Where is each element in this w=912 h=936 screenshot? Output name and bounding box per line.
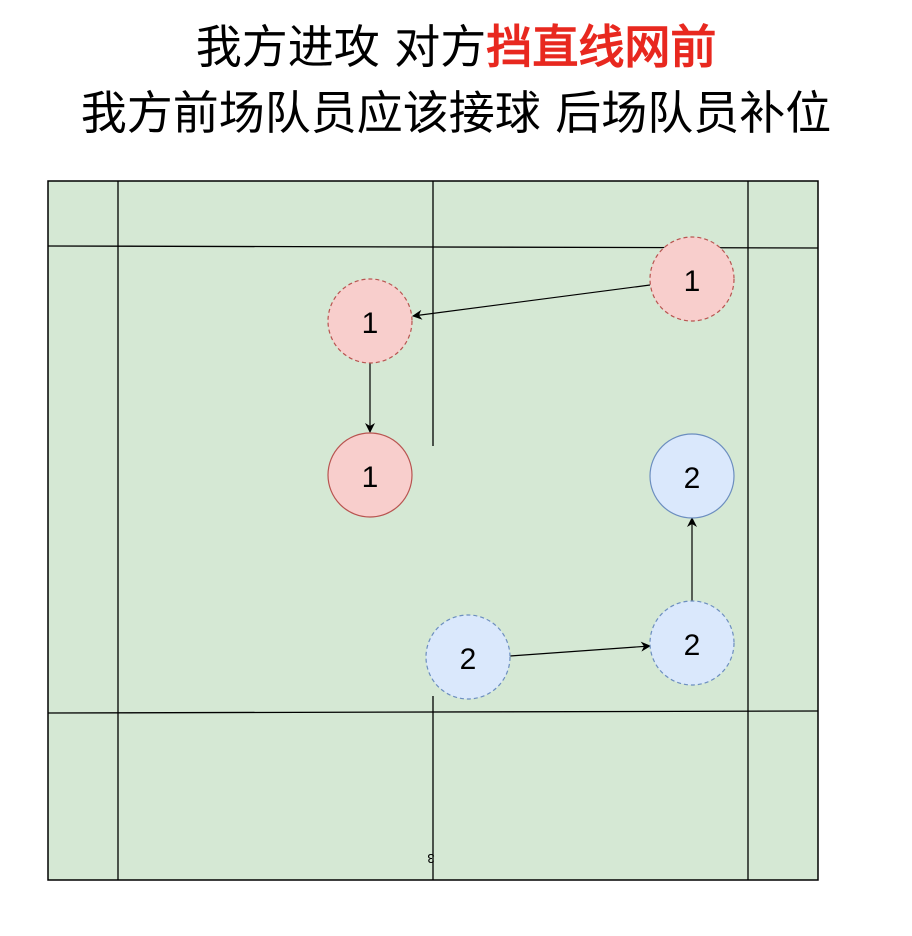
court-center-mark: 3 bbox=[427, 851, 434, 866]
player-2-start: 2 bbox=[425, 614, 511, 700]
badminton-court-diagram: 3 1 1 1 2 2 2 bbox=[47, 180, 819, 881]
player-1-mid-label: 1 bbox=[362, 307, 379, 340]
player-2-end: 2 bbox=[649, 433, 735, 519]
player-1-start-label: 1 bbox=[684, 265, 701, 298]
player-1-end: 1 bbox=[327, 432, 413, 518]
player-1-mid: 1 bbox=[327, 278, 413, 364]
player-1-start: 1 bbox=[649, 236, 735, 322]
player-2-mid: 2 bbox=[649, 600, 735, 686]
player-1-end-label: 1 bbox=[362, 461, 379, 494]
player-2-end-label: 2 bbox=[684, 462, 701, 495]
player-2-start-label: 2 bbox=[460, 643, 477, 676]
player-2-mid-label: 2 bbox=[684, 629, 701, 662]
